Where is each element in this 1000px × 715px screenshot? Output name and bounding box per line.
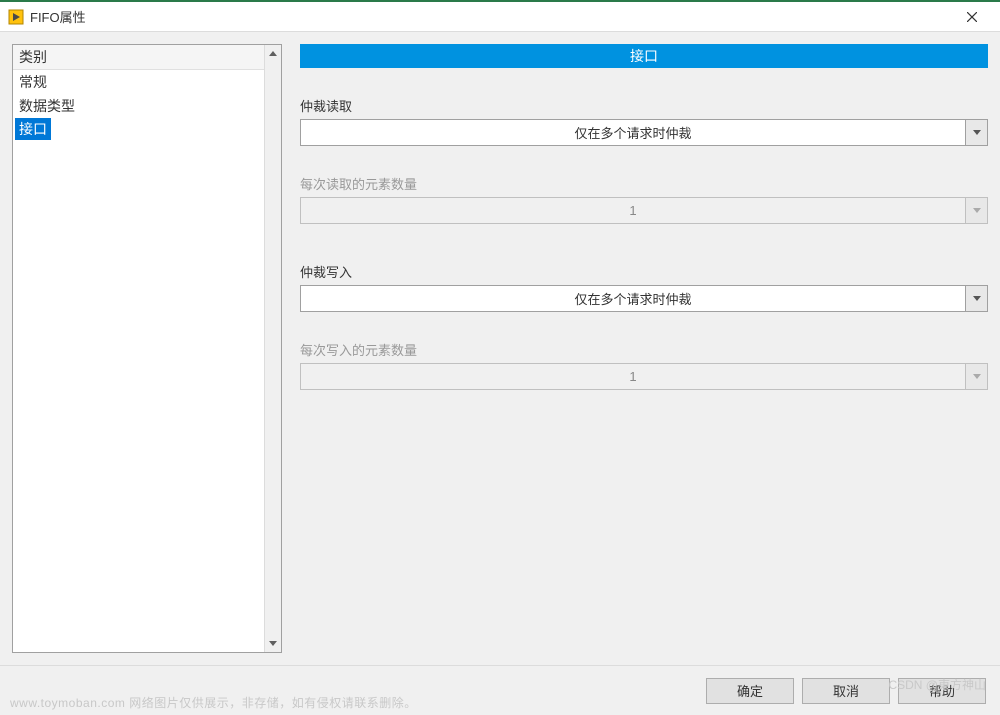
scroll-up-icon[interactable] [265,45,282,62]
sidebar-item-general[interactable]: 常规 [13,70,264,94]
chevron-down-icon[interactable] [965,120,987,145]
field-label: 每次写入的元素数量 [300,340,988,359]
close-button[interactable] [952,3,992,31]
app-icon [8,9,24,25]
section-header: 接口 [300,44,988,68]
field-arb-write: 仲裁写入 仅在多个请求时仲裁 [300,262,988,312]
sidebar-item-interface[interactable]: 接口 [15,118,51,140]
sidebar-header: 类别 [13,45,264,70]
combobox-value: 仅在多个请求时仲裁 [301,286,965,311]
combobox-write-count: 1 [300,363,988,390]
field-label: 每次读取的元素数量 [300,174,988,193]
sidebar-item-label: 数据类型 [19,98,75,114]
scroll-down-icon[interactable] [265,635,282,652]
combobox-value: 仅在多个请求时仲裁 [301,120,965,145]
chevron-down-icon [965,198,987,223]
field-write-count: 每次写入的元素数量 1 [300,340,988,390]
content-area: 类别 常规 数据类型 接口 接口 仲裁读取 仅在多个请求时仲裁 [0,32,1000,665]
field-label: 仲裁读取 [300,96,988,115]
watermark-left: www.toymoban.com 网络图片仅供展示，非存储，如有侵权请联系删除。 [10,694,417,711]
category-sidebar: 类别 常规 数据类型 接口 [12,44,282,653]
ok-button[interactable]: 确定 [706,678,794,704]
window-title: FIFO属性 [30,7,952,26]
field-arb-read: 仲裁读取 仅在多个请求时仲裁 [300,96,988,146]
combobox-arb-write[interactable]: 仅在多个请求时仲裁 [300,285,988,312]
sidebar-item-label: 接口 [19,121,47,137]
cancel-button[interactable]: 取消 [802,678,890,704]
close-icon [967,12,977,22]
chevron-down-icon[interactable] [965,286,987,311]
field-read-count: 每次读取的元素数量 1 [300,174,988,224]
watermark-right: CSDN @東方神山 [888,676,986,693]
sidebar-item-datatype[interactable]: 数据类型 [13,94,264,118]
combobox-read-count: 1 [300,197,988,224]
main-panel: 接口 仲裁读取 仅在多个请求时仲裁 每次读取的元素数量 1 [300,44,988,653]
sidebar-item-label: 常规 [19,74,47,90]
combobox-value: 1 [301,198,965,223]
combobox-value: 1 [301,364,965,389]
sidebar-scrollbar[interactable] [264,45,281,652]
field-label: 仲裁写入 [300,262,988,281]
dialog-window: FIFO属性 类别 常规 数据类型 接口 [0,0,1000,715]
titlebar: FIFO属性 [0,2,1000,32]
chevron-down-icon [965,364,987,389]
category-list: 类别 常规 数据类型 接口 [13,45,281,652]
combobox-arb-read[interactable]: 仅在多个请求时仲裁 [300,119,988,146]
